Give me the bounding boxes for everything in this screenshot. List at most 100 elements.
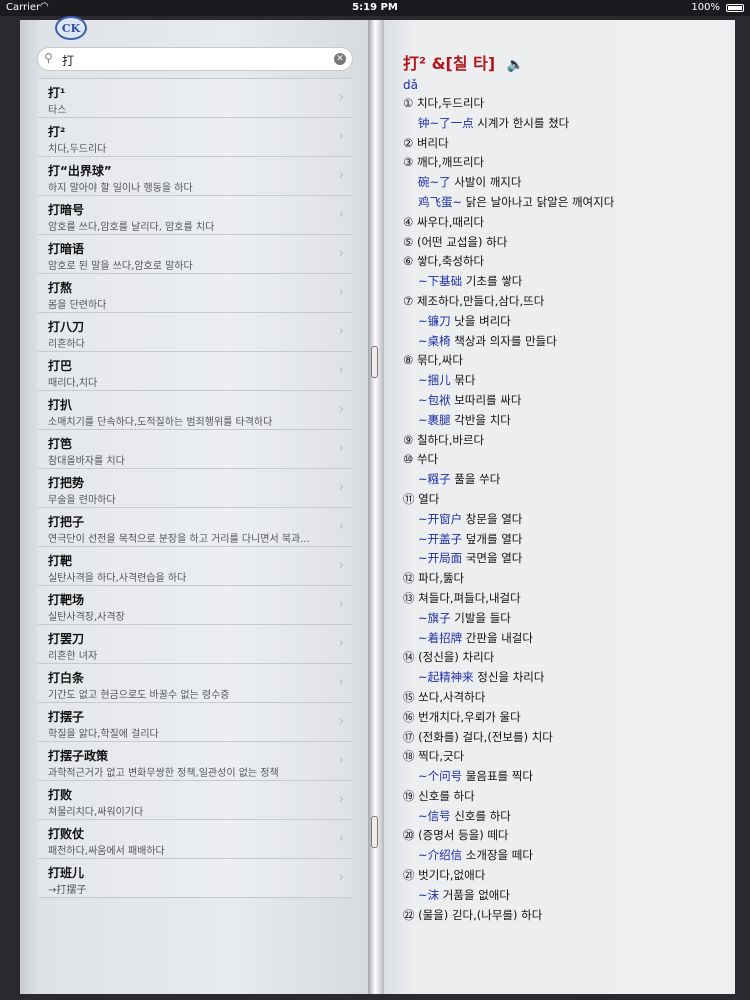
app-logo[interactable]: CK (55, 16, 87, 40)
list-item[interactable]: 打¹ 타스 › (38, 79, 352, 118)
result-definition: 무술을 련마하다 (48, 495, 116, 506)
result-definition: 리혼한 녀자 (48, 651, 98, 662)
entry-panel: 打² &[칠 타] 🔈 dǎ ① 치다,두드리다 钟~了一点 시계가 한시를 쳤다… (403, 52, 723, 925)
chevron-right-icon: › (338, 285, 344, 300)
chevron-right-icon: › (338, 792, 344, 807)
result-headword: 打¹ (48, 86, 66, 100)
entry-title-row: 打² &[칠 타] 🔈 (403, 52, 723, 76)
list-item[interactable]: 打笆 참대올바자를 치다 › (38, 430, 352, 469)
list-item[interactable]: 打罢刀 리혼한 녀자 › (38, 625, 352, 664)
example-chinese[interactable]: ~开盖子 (418, 532, 462, 546)
example-korean: 간판을 내걸다 (462, 630, 533, 645)
result-headword: 打白条 (48, 671, 85, 685)
result-definition: 참대올바자를 치다 (48, 456, 125, 467)
chevron-right-icon: › (338, 831, 344, 846)
spine-handle-bottom[interactable] (371, 816, 378, 848)
example-chinese[interactable]: ~旗子 (418, 611, 451, 625)
list-item[interactable]: 打把子 연극단이 선전을 목적으로 분장을 하고 거리를 다니면서 북과... › (38, 508, 352, 547)
result-headword: 打把子 (48, 515, 85, 529)
example-chinese[interactable]: ~沫 (418, 888, 439, 902)
example-line: 鸡飞蛋~ 닭은 날아나고 닭알은 깨여지다 (403, 193, 723, 213)
list-item[interactable]: 打败 쳐물리치다,싸워이기다 › (38, 781, 352, 820)
example-korean: 사발이 깨지다 (450, 175, 522, 190)
result-definition: 연극단이 선전을 목적으로 분장을 하고 거리를 다니면서 북과... (48, 534, 310, 545)
example-korean: 묶다 (450, 373, 476, 388)
example-korean: 국면을 열다 (462, 551, 523, 566)
sense-line: ⑫ 파다,뚫다 (403, 571, 465, 586)
chevron-right-icon: › (338, 675, 344, 690)
example-korean: 창문을 열다 (462, 511, 523, 526)
sense-line: ㉑ 벗기다,없애다 (403, 868, 486, 883)
example-korean: 거품을 없애다 (439, 887, 510, 902)
spine-handle-top[interactable] (371, 346, 378, 378)
chevron-right-icon: › (338, 714, 344, 729)
list-item[interactable]: 打摆子 학질을 앓다,학질에 걸리다 › (38, 703, 352, 742)
list-item[interactable]: 打暗语 암호로 된 말을 쓰다,암호로 말하다 › (38, 235, 352, 274)
result-definition: 학질을 앓다,학질에 걸리다 (48, 729, 159, 740)
list-item[interactable]: 打靶场 실탄사격장,사격장 › (38, 586, 352, 625)
list-item[interactable]: 打熬 몸을 단련하다 › (38, 274, 352, 313)
example-line: ~桌椅 책상과 의자를 만들다 (403, 332, 723, 352)
chevron-right-icon: › (338, 480, 344, 495)
list-item[interactable]: 打败仗 패전하다,싸움에서 패배하다 › (38, 820, 352, 859)
list-item[interactable]: 打摆子政策 과학적근거가 없고 변화무쌍한 정책,일관성이 없는 정책 › (38, 742, 352, 781)
result-headword: 打暗号 (48, 203, 85, 217)
result-definition: 과학적근거가 없고 변화무쌍한 정책,일관성이 없는 정책 (48, 768, 279, 779)
example-chinese[interactable]: ~开局面 (418, 551, 462, 565)
list-item[interactable]: 打扒 소매치기를 단속하다,도적질하는 범죄행위를 타격하다 › (38, 391, 352, 430)
list-item[interactable]: 打白条 기간도 없고 현금으로도 바꿀수 없는 령수증 › (38, 664, 352, 703)
example-chinese[interactable]: ~裹腿 (418, 413, 451, 427)
example-chinese[interactable]: 碗~了 (418, 175, 451, 189)
list-item[interactable]: 打巴 때리다,치다 › (38, 352, 352, 391)
result-definition: 쳐물리치다,싸워이기다 (48, 807, 144, 818)
search-input[interactable] (60, 50, 324, 70)
sense-line: ⑱ 찍다,긋다 (403, 749, 465, 764)
chevron-right-icon: › (338, 363, 344, 378)
sense-line: ① 치다,두드리다 (403, 96, 485, 110)
list-item[interactable]: 打把势 무술을 련마하다 › (38, 469, 352, 508)
example-chinese[interactable]: ~介绍信 (418, 848, 462, 862)
list-item[interactable]: 打“出界球” 하지 말아야 할 일이나 행동을 하다 › (38, 157, 352, 196)
result-definition: 때리다,치다 (48, 378, 98, 389)
list-item[interactable]: 打暗号 암호를 쓰다,암호를 날리다, 암호를 치다 › (38, 196, 352, 235)
chevron-right-icon: › (338, 168, 344, 183)
sense-line: ③ 깨다,깨뜨리다 (403, 155, 485, 170)
clear-icon[interactable]: ✕ (334, 53, 346, 65)
sense-line: ⑪ 열다 (403, 491, 440, 506)
example-line: ~糨子 풀을 쑤다 (403, 470, 723, 490)
sense-line: ㉒ (물을) 긷다,(나무를) 하다 (403, 907, 543, 922)
chevron-right-icon: › (338, 90, 344, 105)
example-chinese[interactable]: ~糨子 (418, 472, 451, 486)
example-chinese[interactable]: ~起精神来 (418, 670, 474, 684)
sense-line: ⑬ 쳐들다,펴들다,내걸다 (403, 590, 521, 605)
list-item[interactable]: 打² 치다,두드리다 › (38, 118, 352, 157)
result-headword: 打败 (48, 788, 73, 802)
example-korean: 시계가 한시를 쳤다 (473, 115, 570, 130)
entry-title: 打² &[칠 타] (403, 54, 496, 73)
example-korean: 기발을 들다 (450, 610, 511, 625)
list-item[interactable]: 打八刀 리혼하다 › (38, 313, 352, 352)
result-definition: 타스 (48, 105, 67, 116)
status-bar: Carrier ◠ 5:19 PM 100% (0, 0, 750, 16)
example-chinese[interactable]: ~捆儿 (418, 373, 451, 387)
example-chinese[interactable]: 钟~了一点 (418, 116, 474, 130)
example-chinese[interactable]: ~着招牌 (418, 631, 462, 645)
example-chinese[interactable]: ~桌椅 (418, 334, 451, 348)
example-korean: 덮개를 열다 (462, 531, 523, 546)
speaker-icon[interactable]: 🔈 (507, 53, 524, 77)
example-chinese[interactable]: 鸡飞蛋~ (418, 195, 462, 209)
list-item[interactable]: 打靶 실탄사격을 하다,사격련습을 하다 › (38, 547, 352, 586)
search-bar[interactable]: ⚲ ✕ (37, 47, 353, 71)
list-item[interactable]: 打班儿 →打摆子 › (38, 859, 352, 898)
example-chinese[interactable]: ~开窗户 (418, 512, 462, 526)
result-headword: 打八刀 (48, 320, 85, 334)
example-chinese[interactable]: ~包袱 (418, 393, 451, 407)
chevron-right-icon: › (338, 324, 344, 339)
example-chinese[interactable]: ~下基础 (418, 274, 462, 288)
example-chinese[interactable]: ~镰刀 (418, 314, 451, 328)
example-chinese[interactable]: ~信号 (418, 809, 451, 823)
example-chinese[interactable]: ~个问号 (418, 769, 462, 783)
search-icon: ⚲ (44, 51, 53, 65)
example-line: ~信号 신호를 하다 (403, 807, 723, 827)
sense-line: ④ 싸우다,때리다 (403, 214, 485, 229)
